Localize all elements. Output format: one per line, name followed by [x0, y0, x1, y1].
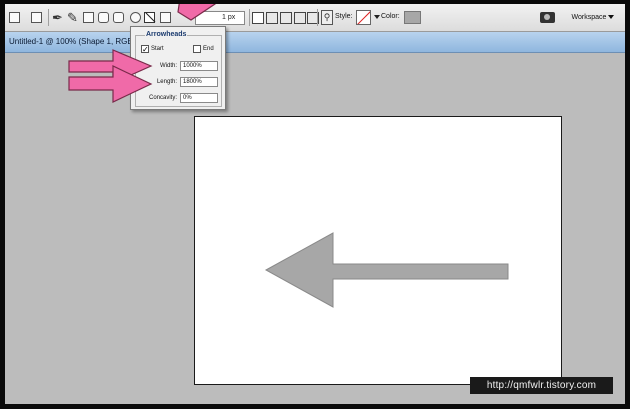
watermark: http://qmfwlr.tistory.com: [470, 377, 613, 394]
annotation-pointers: [68, 4, 216, 103]
pink-pointer-top: [177, 4, 216, 21]
photoshop-window: ✒ ✎ 1 px ⚲ Style: Color: Workspace Untit…: [5, 4, 625, 404]
screenshot-frame: ✒ ✎ 1 px ⚲ Style: Color: Workspace Untit…: [0, 0, 630, 409]
